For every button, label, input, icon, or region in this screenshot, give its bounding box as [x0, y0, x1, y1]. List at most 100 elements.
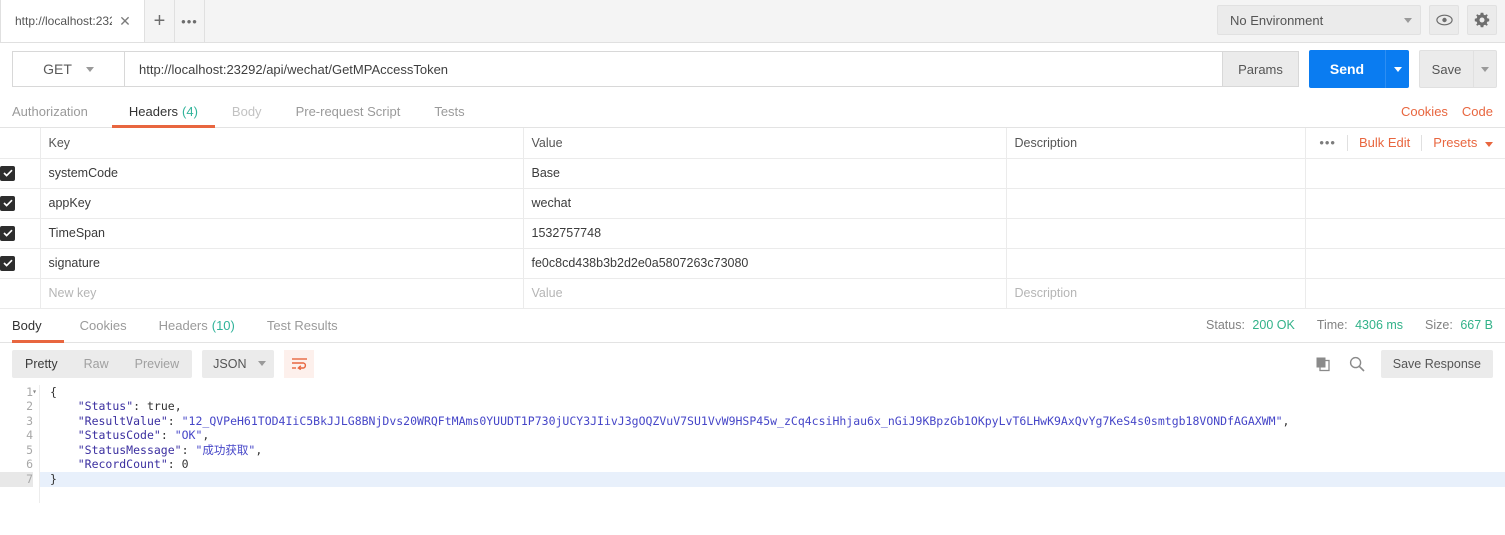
code-link[interactable]: Code [1462, 104, 1493, 119]
new-description-input[interactable]: Description [1006, 278, 1306, 309]
copy-button[interactable] [1313, 354, 1333, 374]
row-checkbox[interactable] [0, 195, 15, 211]
header-key-cell[interactable]: TimeSpan [40, 218, 524, 249]
close-icon[interactable]: ✕ [116, 12, 134, 30]
code-line: "ResultValue": "12_QVPeH61TOD4IiC5BkJJLG… [77, 413, 1290, 428]
tab-headers[interactable]: Headers (4) [111, 95, 215, 128]
line-number: 7 [0, 472, 33, 487]
settings-button[interactable] [1467, 5, 1497, 35]
tab-authorization[interactable]: Authorization [12, 95, 112, 127]
save-options-button[interactable] [1473, 50, 1497, 88]
row-checkbox-cell [0, 188, 41, 219]
environment-quick-look-button[interactable] [1429, 5, 1459, 35]
row-checkbox-cell [0, 248, 41, 279]
tab-body[interactable]: Body [215, 95, 279, 127]
environment-selector[interactable]: No Environment [1217, 5, 1421, 35]
request-tab[interactable]: http://localhost:2329. ✕ [0, 0, 145, 42]
tab-label: Headers [128, 103, 179, 119]
header-value-cell[interactable]: Base [523, 158, 1007, 189]
new-tab-button[interactable]: + [145, 0, 175, 42]
json-code-content[interactable]: { "Status": true, "ResultValue": "12_QVP… [40, 385, 1505, 503]
response-tab-test-results[interactable]: Test Results [251, 309, 354, 342]
send-button-group: Send [1309, 50, 1409, 88]
save-button[interactable]: Save [1419, 50, 1473, 88]
cookies-link[interactable]: Cookies [1401, 104, 1448, 119]
copy-icon [1316, 357, 1330, 371]
language-selector[interactable]: JSON [202, 349, 275, 378]
header-description-cell[interactable] [1006, 248, 1306, 279]
check-icon [2, 259, 13, 267]
header-checkbox-column [0, 128, 41, 159]
check-icon [2, 169, 13, 177]
status-value: 200 OK [1252, 318, 1295, 332]
row-checkbox[interactable] [0, 255, 15, 271]
line-number: 1 ▾ [26, 384, 37, 399]
tab-tests[interactable]: Tests [417, 95, 481, 127]
save-button-group: Save [1419, 50, 1497, 88]
header-description-cell[interactable] [1006, 218, 1306, 249]
row-actions-cell [1305, 188, 1505, 219]
column-header-value: Value [523, 128, 1007, 159]
presets-dropdown[interactable]: Presets [1433, 135, 1493, 150]
tab-label: Authorization [12, 103, 88, 119]
header-value-cell[interactable]: wechat [523, 188, 1007, 219]
ellipsis-icon: ••• [181, 13, 198, 29]
code-line: "StatusCode": "OK", [77, 428, 210, 443]
chevron-down-icon [1393, 66, 1402, 72]
fold-arrow-icon[interactable]: ▾ [32, 385, 37, 400]
request-tab-label: http://localhost:2329. [15, 14, 112, 28]
tab-label: Body [231, 103, 262, 119]
header-key-cell[interactable]: appKey [40, 188, 524, 219]
new-key-input[interactable]: New key [40, 278, 524, 309]
headers-table-body: systemCode Base appKey wechat TimeSpan 1… [0, 158, 1505, 309]
row-checkbox-cell [0, 278, 41, 309]
json-key: "StatusMessage" [77, 442, 182, 457]
header-value-cell[interactable]: fe0c8cd438b3b2d2e0a5807263c73080 [523, 248, 1007, 279]
table-row: TimeSpan 1532757748 [0, 218, 1505, 249]
header-key-cell[interactable]: signature [40, 248, 524, 279]
tab-pre-request-script[interactable]: Pre-request Script [279, 95, 418, 127]
word-wrap-icon [291, 358, 307, 370]
http-method-selector[interactable]: GET [12, 51, 124, 87]
ellipsis-icon[interactable]: ••• [1319, 135, 1336, 150]
request-section-tabs: Authorization Headers (4) Body Pre-reque… [0, 95, 1505, 128]
header-value-cell[interactable]: 1532757748 [523, 218, 1007, 249]
header-description-cell[interactable] [1006, 158, 1306, 189]
response-tab-cookies[interactable]: Cookies [64, 309, 143, 342]
url-input[interactable]: http://localhost:23292/api/wechat/GetMPA… [124, 51, 1223, 87]
response-tab-body[interactable]: Body [12, 309, 64, 343]
environment-label: No Environment [1230, 12, 1324, 28]
header-description-cell[interactable] [1006, 188, 1306, 219]
response-body-viewer[interactable]: 1 ▾ 2 3 4 5 6 7 { "Status": true, "Result… [0, 384, 1505, 503]
bulk-edit-link[interactable]: Bulk Edit [1359, 135, 1410, 150]
new-value-input[interactable]: Value [523, 278, 1007, 309]
new-header-row: New key Value Description [0, 278, 1505, 309]
json-value: true [146, 399, 175, 414]
row-checkbox[interactable] [0, 165, 15, 181]
format-mode-preview[interactable]: Preview [122, 350, 192, 378]
plus-icon: + [153, 10, 166, 32]
send-button[interactable]: Send [1309, 50, 1385, 88]
check-icon [2, 229, 13, 237]
format-mode-raw[interactable]: Raw [71, 350, 122, 378]
response-tab-headers[interactable]: Headers (10) [143, 309, 251, 342]
format-mode-group: Pretty Raw Preview [12, 349, 193, 378]
search-button[interactable] [1347, 354, 1367, 374]
send-options-button[interactable] [1385, 50, 1409, 88]
line-number: 2 [26, 399, 33, 414]
format-mode-pretty[interactable]: Pretty [12, 350, 71, 378]
code-line: { [50, 385, 1505, 400]
row-checkbox[interactable] [0, 225, 15, 241]
params-button[interactable]: Params [1223, 51, 1299, 87]
json-value: "12_QVPeH61TOD4IiC5BkJJLG8BNjDvs20WRQFtM… [181, 413, 1283, 428]
tab-label: Cookies [79, 317, 127, 333]
code-line: "StatusMessage": "成功获取", [77, 442, 263, 457]
tab-label: Pre-request Script [295, 103, 401, 119]
tab-more-button[interactable]: ••• [175, 0, 205, 42]
line-number: 5 [26, 442, 33, 457]
code-line: "Status": true, [77, 399, 182, 414]
header-key-cell[interactable]: systemCode [40, 158, 524, 189]
save-response-button[interactable]: Save Response [1380, 349, 1493, 378]
response-meta: Status: 200 OK Time: 4306 ms Size: 667 B [1206, 309, 1493, 342]
word-wrap-button[interactable] [284, 349, 315, 378]
